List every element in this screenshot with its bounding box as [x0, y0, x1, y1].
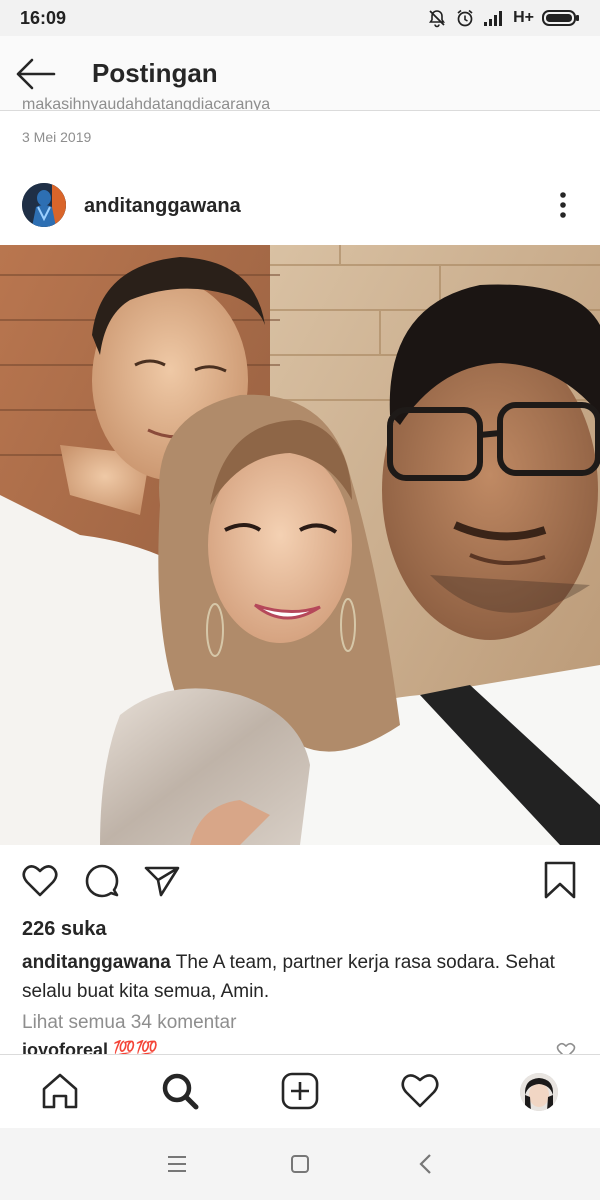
nav-search-button[interactable]: [158, 1069, 202, 1113]
bottom-navigation: [0, 1054, 600, 1129]
post-photo-illustration: [0, 245, 600, 845]
post-caption: anditanggawana The A team, partner kerja…: [22, 948, 582, 1006]
status-bar: 16:09 H+: [0, 0, 600, 36]
alarm-icon: [457, 9, 473, 27]
likes-count[interactable]: 226 suka: [22, 918, 107, 941]
arrow-left-icon: [16, 58, 56, 90]
android-navigation-bar: [0, 1128, 600, 1200]
more-options-button[interactable]: [548, 190, 578, 222]
comment-username[interactable]: joyoforeal: [22, 1040, 108, 1054]
post-author-avatar[interactable]: [22, 183, 66, 227]
comment-bubble-icon: [85, 864, 119, 898]
home-icon: [42, 1073, 78, 1109]
status-time: 16:09: [20, 8, 67, 28]
mute-bell-icon: [429, 10, 446, 28]
previous-post-caption: makasihnyaudahdatangdiacaranya: [22, 96, 271, 110]
activity-heart-icon: [401, 1074, 439, 1108]
menu-icon[interactable]: [166, 1154, 188, 1174]
nav-activity-button[interactable]: [398, 1069, 442, 1113]
battery-icon: [542, 10, 579, 26]
comment-button[interactable]: [82, 862, 122, 900]
back-chevron-icon[interactable]: [416, 1152, 436, 1176]
nav-home-button[interactable]: [38, 1069, 82, 1113]
heart-icon: [22, 865, 58, 897]
view-all-comments-link[interactable]: Lihat semua 34 komentar: [22, 1012, 236, 1034]
bookmark-icon: [544, 861, 576, 899]
post-photo[interactable]: [0, 245, 600, 845]
add-post-icon: [281, 1072, 319, 1110]
search-icon: [162, 1073, 199, 1110]
save-button[interactable]: [540, 860, 580, 900]
post-username[interactable]: anditanggawana: [84, 195, 241, 218]
profile-avatar-image: [520, 1073, 558, 1111]
paper-plane-icon: [144, 866, 180, 897]
home-square-icon[interactable]: [289, 1153, 311, 1175]
comment-row: joyoforeal 💯💯: [22, 1040, 582, 1054]
network-type: H+: [513, 9, 534, 26]
caption-username[interactable]: anditanggawana: [22, 952, 171, 973]
previous-post-date: 3 Mei 2019: [22, 129, 92, 145]
page-title: Postingan: [92, 58, 218, 88]
signal-icon: [484, 11, 503, 26]
nav-profile-avatar[interactable]: [520, 1073, 558, 1111]
status-icons: H+: [427, 8, 580, 28]
comment-text: 💯💯: [113, 1040, 158, 1054]
back-button[interactable]: [12, 56, 60, 92]
like-button[interactable]: [20, 862, 60, 900]
vertical-dots-icon: [560, 192, 566, 218]
share-button[interactable]: [142, 862, 182, 900]
avatar-image: [22, 183, 66, 227]
nav-add-post-button[interactable]: [278, 1069, 322, 1113]
